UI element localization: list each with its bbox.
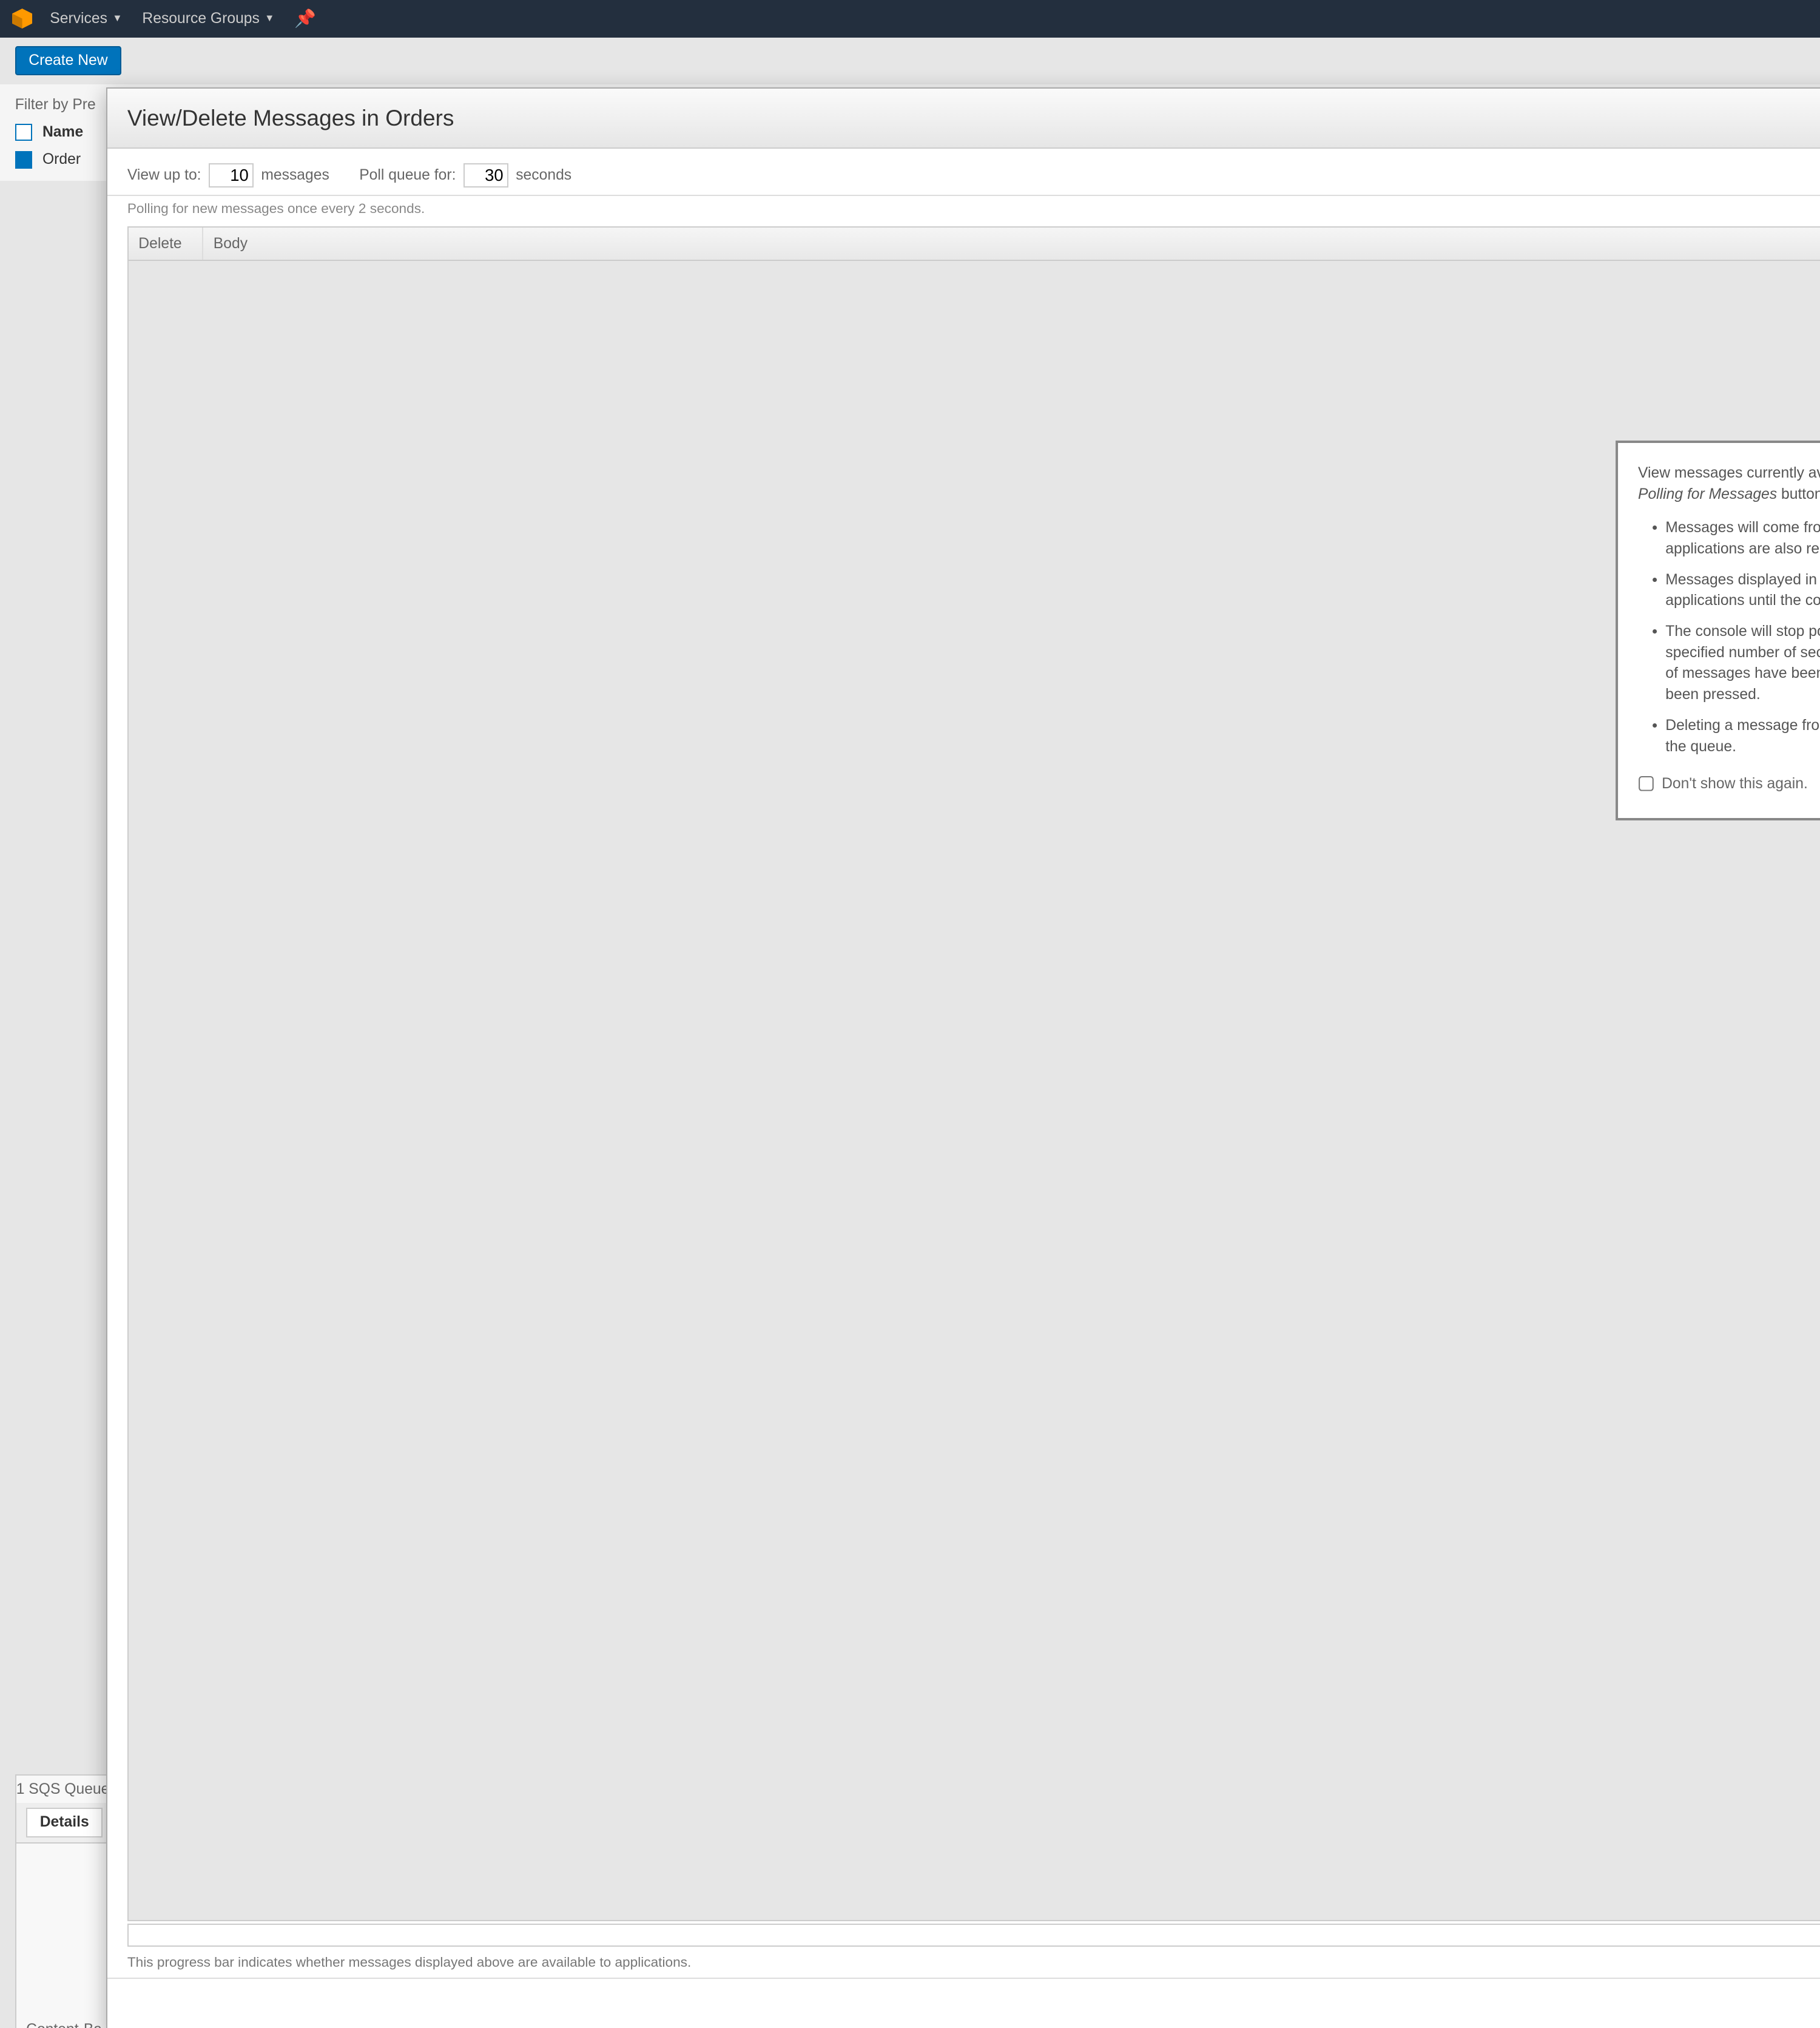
messages-label: messages: [261, 167, 329, 184]
content-b-label: Content-Ba: [26, 2021, 102, 2028]
select-all-checkbox[interactable]: [15, 124, 33, 141]
view-up-to-label: View up to:: [127, 167, 201, 184]
th-body[interactable]: Body ▾: [203, 228, 1820, 260]
polling-info-box: View messages currently available in the…: [1616, 441, 1820, 820]
pin-icon[interactable]: 📌: [294, 8, 316, 29]
messages-table-header: Delete Body ▾ Size ▾ Sent ▾ Receive Coun…: [127, 226, 1820, 261]
nav-services[interactable]: Services ▼: [50, 10, 122, 27]
filter-label: Filter by Pre: [15, 96, 96, 113]
modal-footer: Close Delete Messages: [107, 1978, 1820, 2028]
poll-for-label: Poll queue for:: [359, 167, 456, 184]
info-bullet-2: Messages displayed in the console will n…: [1665, 570, 1820, 612]
nav-rg-label: Resource Groups: [142, 10, 259, 27]
info-intro-c: button.: [1781, 486, 1820, 502]
progress-note: This progress bar indicates whether mess…: [127, 1955, 1820, 1970]
info-bullet-1: Messages will come from the front of the…: [1665, 518, 1820, 559]
dont-show-checkbox[interactable]: [1638, 776, 1654, 793]
row-checkbox[interactable]: [15, 151, 33, 169]
modal-body: View messages currently available in the…: [127, 261, 1820, 1921]
nav-resource-groups[interactable]: Resource Groups ▼: [142, 10, 274, 27]
th-body-label: Body: [214, 235, 248, 252]
th-delete[interactable]: Delete: [129, 228, 203, 260]
bg-toolbar: Create New: [0, 38, 1820, 84]
info-bullet-4: Deleting a message from the console perm…: [1665, 715, 1820, 757]
details-tab[interactable]: Details: [26, 1808, 103, 1837]
info-intro: View messages currently available in the…: [1638, 463, 1820, 505]
caret-down-icon: ▼: [265, 13, 274, 24]
info-b3a: The console will stop polling for messag…: [1665, 623, 1820, 681]
modal-title: View/Delete Messages in Orders: [127, 105, 454, 131]
aws-logo-icon[interactable]: [10, 6, 35, 31]
main-area: Create New Filter by Pre Name Order item…: [0, 38, 1820, 2028]
view-up-to-input[interactable]: [209, 163, 254, 188]
info-bullet-3: The console will stop polling for messag…: [1665, 621, 1820, 705]
polling-subtext: Polling for new messages once every 2 se…: [107, 196, 1820, 227]
dont-show-label: Don't show this again.: [1662, 776, 1808, 793]
queue-selected-label: 1 SQS Queue: [16, 1781, 110, 1798]
nav-services-label: Services: [50, 10, 107, 27]
seconds-label: seconds: [516, 167, 571, 184]
queue-row-name[interactable]: Order: [42, 151, 81, 168]
view-delete-messages-modal: View/Delete Messages in Orders ✕ View up…: [106, 87, 1820, 2028]
dont-show-again[interactable]: Don't show this again.: [1638, 776, 1808, 793]
name-column-header[interactable]: Name: [42, 124, 83, 141]
info-intro-a: View messages currently available in the…: [1638, 465, 1820, 481]
progress-bar: 0%: [127, 1924, 1820, 1947]
modal-header: View/Delete Messages in Orders ✕: [107, 89, 1820, 149]
create-new-button[interactable]: Create New: [15, 46, 122, 75]
poll-for-input[interactable]: [463, 163, 508, 188]
caret-down-icon: ▼: [112, 13, 122, 24]
modal-controls: View up to: messages Poll queue for: sec…: [107, 149, 1820, 195]
top-navbar: Services ▼ Resource Groups ▼ 📌 Your Name…: [0, 0, 1820, 38]
